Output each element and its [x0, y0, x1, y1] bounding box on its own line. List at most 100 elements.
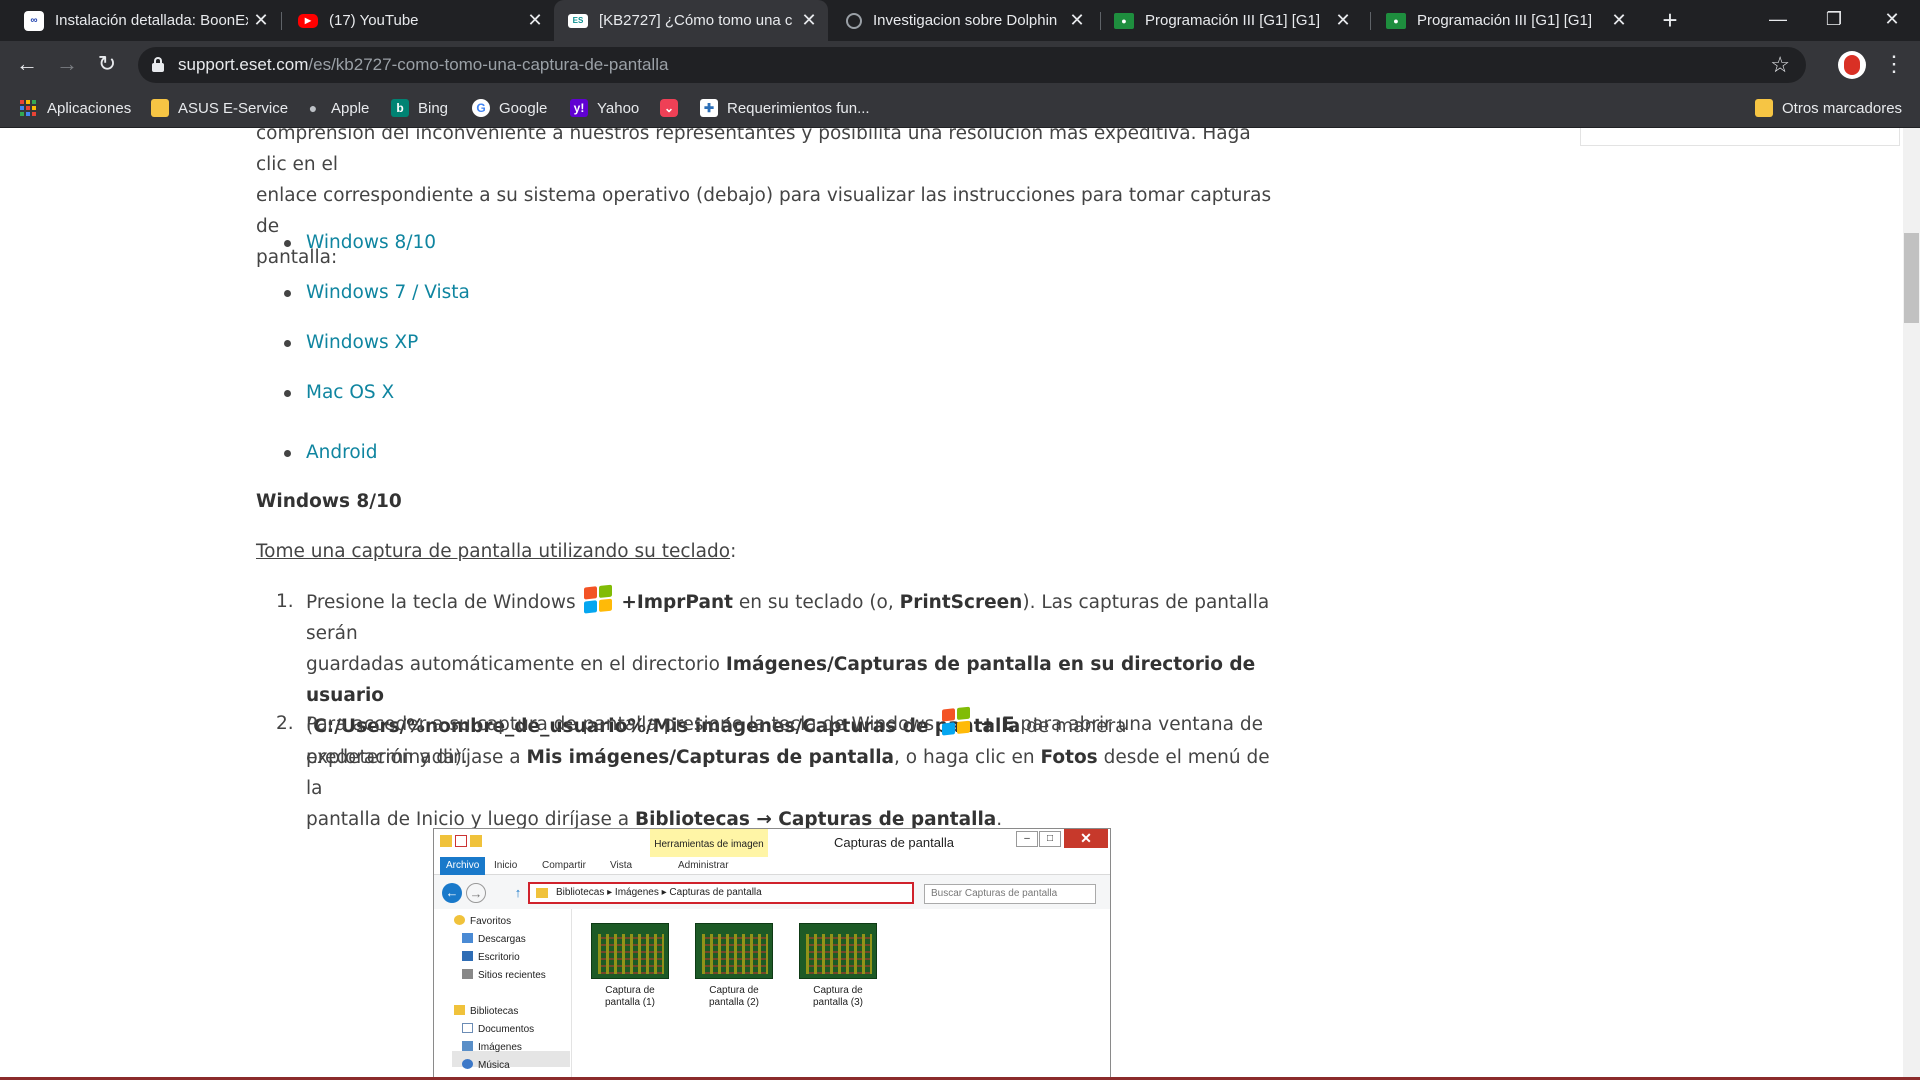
step-key: + E [979, 714, 1015, 735]
nav-descargas: Descargas [462, 933, 526, 947]
link-windows-xp[interactable]: Windows XP [306, 332, 418, 353]
bookmark-pocket[interactable]: ⌄ [660, 88, 687, 128]
screenshot-thumbnail-image [591, 923, 669, 979]
profile-avatar[interactable] [1838, 51, 1866, 79]
browser-toolbar: ← → ↻ support.eset.com/es/kb2727-como-to… [0, 41, 1920, 88]
close-icon[interactable]: ✕ [1606, 10, 1632, 31]
screenshot-thumbnail-image [799, 923, 877, 979]
step-text: guardadas automáticamente en el director… [306, 654, 720, 675]
step-text: pantalla de Inicio y luego diríjase a [306, 809, 630, 830]
nav-musica: Música [462, 1059, 510, 1073]
folder-icon [1755, 99, 1773, 117]
bookmark-label: Otros marcadores [1782, 99, 1903, 117]
url-text[interactable]: support.eset.com/es/kb2727-como-tomo-una… [178, 47, 668, 83]
tab-title: (17) YouTube [329, 12, 419, 29]
explorer-titlebar: Herramientas de imagen Capturas de panta… [434, 829, 1110, 857]
minimize-icon: – [1016, 831, 1038, 847]
link-mac-os-x[interactable]: Mac OS X [306, 382, 394, 403]
step-text: exploración y diríjase a [306, 747, 521, 768]
tab-strip: ∞ Instalación detallada: BoonEx ✕ ▶ (17)… [0, 0, 1920, 41]
close-icon[interactable]: ✕ [796, 10, 822, 31]
pocket-icon: ⌄ [660, 99, 678, 117]
forward-button[interactable]: → [51, 49, 83, 81]
bookmark-star-icon[interactable]: ☆ [1770, 47, 1790, 83]
step-line: exploración y diríjase a Mis imágenes/Ca… [306, 742, 1286, 804]
explorer-search-box: Buscar Capturas de pantalla [924, 884, 1096, 904]
puzzle-icon: ✚ [700, 99, 718, 117]
bookmark-requerimientos[interactable]: ✚ Requerimientos fun... [700, 88, 870, 128]
step-number: 1. [276, 591, 294, 612]
tab-boonex[interactable]: ∞ Instalación detallada: BoonEx ✕ [0, 0, 280, 41]
step-key: +ImprPant [621, 592, 733, 613]
tab-title: Programación III [G1] [G1] [1417, 12, 1593, 29]
nav-escritorio: Escritorio [462, 951, 520, 965]
intro-line: comprensión del inconveniente a nuestros… [256, 128, 1251, 175]
web-page: comprensión del inconveniente a nuestros… [0, 128, 1903, 1080]
step-text: para abrir una ventana de [1020, 714, 1263, 735]
list-item: Windows 8/10 [283, 227, 436, 258]
bookmark-asus[interactable]: ASUS E-Service [151, 88, 288, 128]
step-line: guardadas automáticamente en el director… [306, 649, 1286, 711]
thumbnail-captura-2: Captura de pantalla (2) [694, 923, 774, 1009]
restore-button[interactable]: ❐ [1806, 0, 1862, 41]
close-icon[interactable]: ✕ [1330, 10, 1356, 31]
subheading-colon: : [730, 541, 737, 562]
explorer-title: Capturas de pantalla [834, 835, 954, 850]
back-arrow-icon: ← [442, 883, 462, 903]
thumbnail-captura-3: Captura de pantalla (3) [798, 923, 878, 1009]
list-item: Mac OS X [283, 377, 394, 408]
back-button[interactable]: ← [11, 49, 43, 81]
minimize-button[interactable]: — [1750, 0, 1806, 41]
bookmark-apps[interactable]: Aplicaciones [20, 88, 131, 128]
new-folder-icon [470, 835, 482, 847]
page-scrollbar-thumb[interactable] [1904, 233, 1919, 323]
address-bar[interactable]: support.eset.com/es/kb2727-como-tomo-una… [138, 47, 1806, 83]
step-path: Bibliotecas → Capturas de pantalla [634, 809, 997, 830]
url-path: /es/kb2727-como-tomo-una-captura-de-pant… [308, 55, 669, 74]
bookmark-google[interactable]: G Google [472, 88, 547, 128]
close-icon[interactable]: ✕ [522, 10, 548, 31]
step-text: , o haga clic en [894, 747, 1035, 768]
bookmark-apple[interactable]: ● Apple [304, 88, 370, 128]
sidebar-box [1580, 128, 1900, 146]
apps-grid-icon [20, 100, 36, 116]
step-key: PrintScreen [899, 592, 1023, 613]
close-icon: ✕ [1064, 829, 1108, 848]
new-tab-button[interactable]: + [1655, 6, 1685, 36]
lock-icon[interactable] [152, 57, 164, 72]
link-android[interactable]: Android [306, 442, 378, 463]
explorer-nav-pane: Favoritos Descargas Escritorio Sitios re… [434, 909, 572, 1080]
list-item: Android [284, 437, 378, 468]
ribbon-tab-archivo: Archivo [440, 857, 486, 875]
bookmark-label: Bing [418, 99, 449, 117]
step-2: 2. Para acceder a su captura de pantalla… [276, 706, 1286, 835]
bookmark-bing[interactable]: b Bing [391, 88, 448, 128]
bookmark-other-folder[interactable]: Otros marcadores [1755, 88, 1902, 128]
ribbon-tab-vista: Vista [610, 860, 633, 871]
nav-favoritos: Favoritos [454, 915, 511, 929]
tab-classroom-1[interactable]: ● Programación III [G1] [G1] ✕ [1090, 0, 1362, 41]
close-icon[interactable]: ✕ [248, 10, 274, 31]
subheading-text: Tome una captura de pantalla utilizando … [256, 541, 731, 562]
maximize-icon: □ [1039, 831, 1061, 847]
tab-eset-kb2727[interactable]: ES [KB2727] ¿Cómo tomo una c ✕ [554, 0, 828, 41]
tab-classroom-2[interactable]: ● Programación III [G1] [G1] ✕ [1362, 0, 1638, 41]
breadcrumb-text: Bibliotecas ▸ Imágenes ▸ Capturas de pan… [556, 887, 762, 898]
reload-button[interactable]: ↻ [91, 49, 123, 81]
folder-icon [151, 99, 169, 117]
nav-imagenes: Imágenes [462, 1041, 522, 1055]
bookmark-yahoo[interactable]: y! Yahoo [570, 88, 639, 128]
link-windows-7-vista[interactable]: Windows 7 / Vista [306, 282, 470, 303]
tab-youtube[interactable]: ▶ (17) YouTube ✕ [274, 0, 554, 41]
step-number: 2. [276, 713, 294, 734]
step-text: en su teclado (o, [738, 592, 894, 613]
image-tools-tab: Herramientas de imagen [650, 829, 768, 857]
close-icon[interactable]: ✕ [1064, 10, 1090, 31]
thumbnail-label: Captura de pantalla (1) [604, 985, 656, 1008]
apple-icon: ● [308, 100, 318, 116]
tab-dolphin[interactable]: Investigacion sobre Dolphin ✕ [822, 0, 1096, 41]
eset-icon: ES [568, 13, 588, 28]
menu-kebab-icon[interactable]: ⋮ [1882, 49, 1906, 81]
link-windows-8-10[interactable]: Windows 8/10 [306, 232, 436, 253]
close-window-button[interactable]: ✕ [1864, 0, 1920, 41]
